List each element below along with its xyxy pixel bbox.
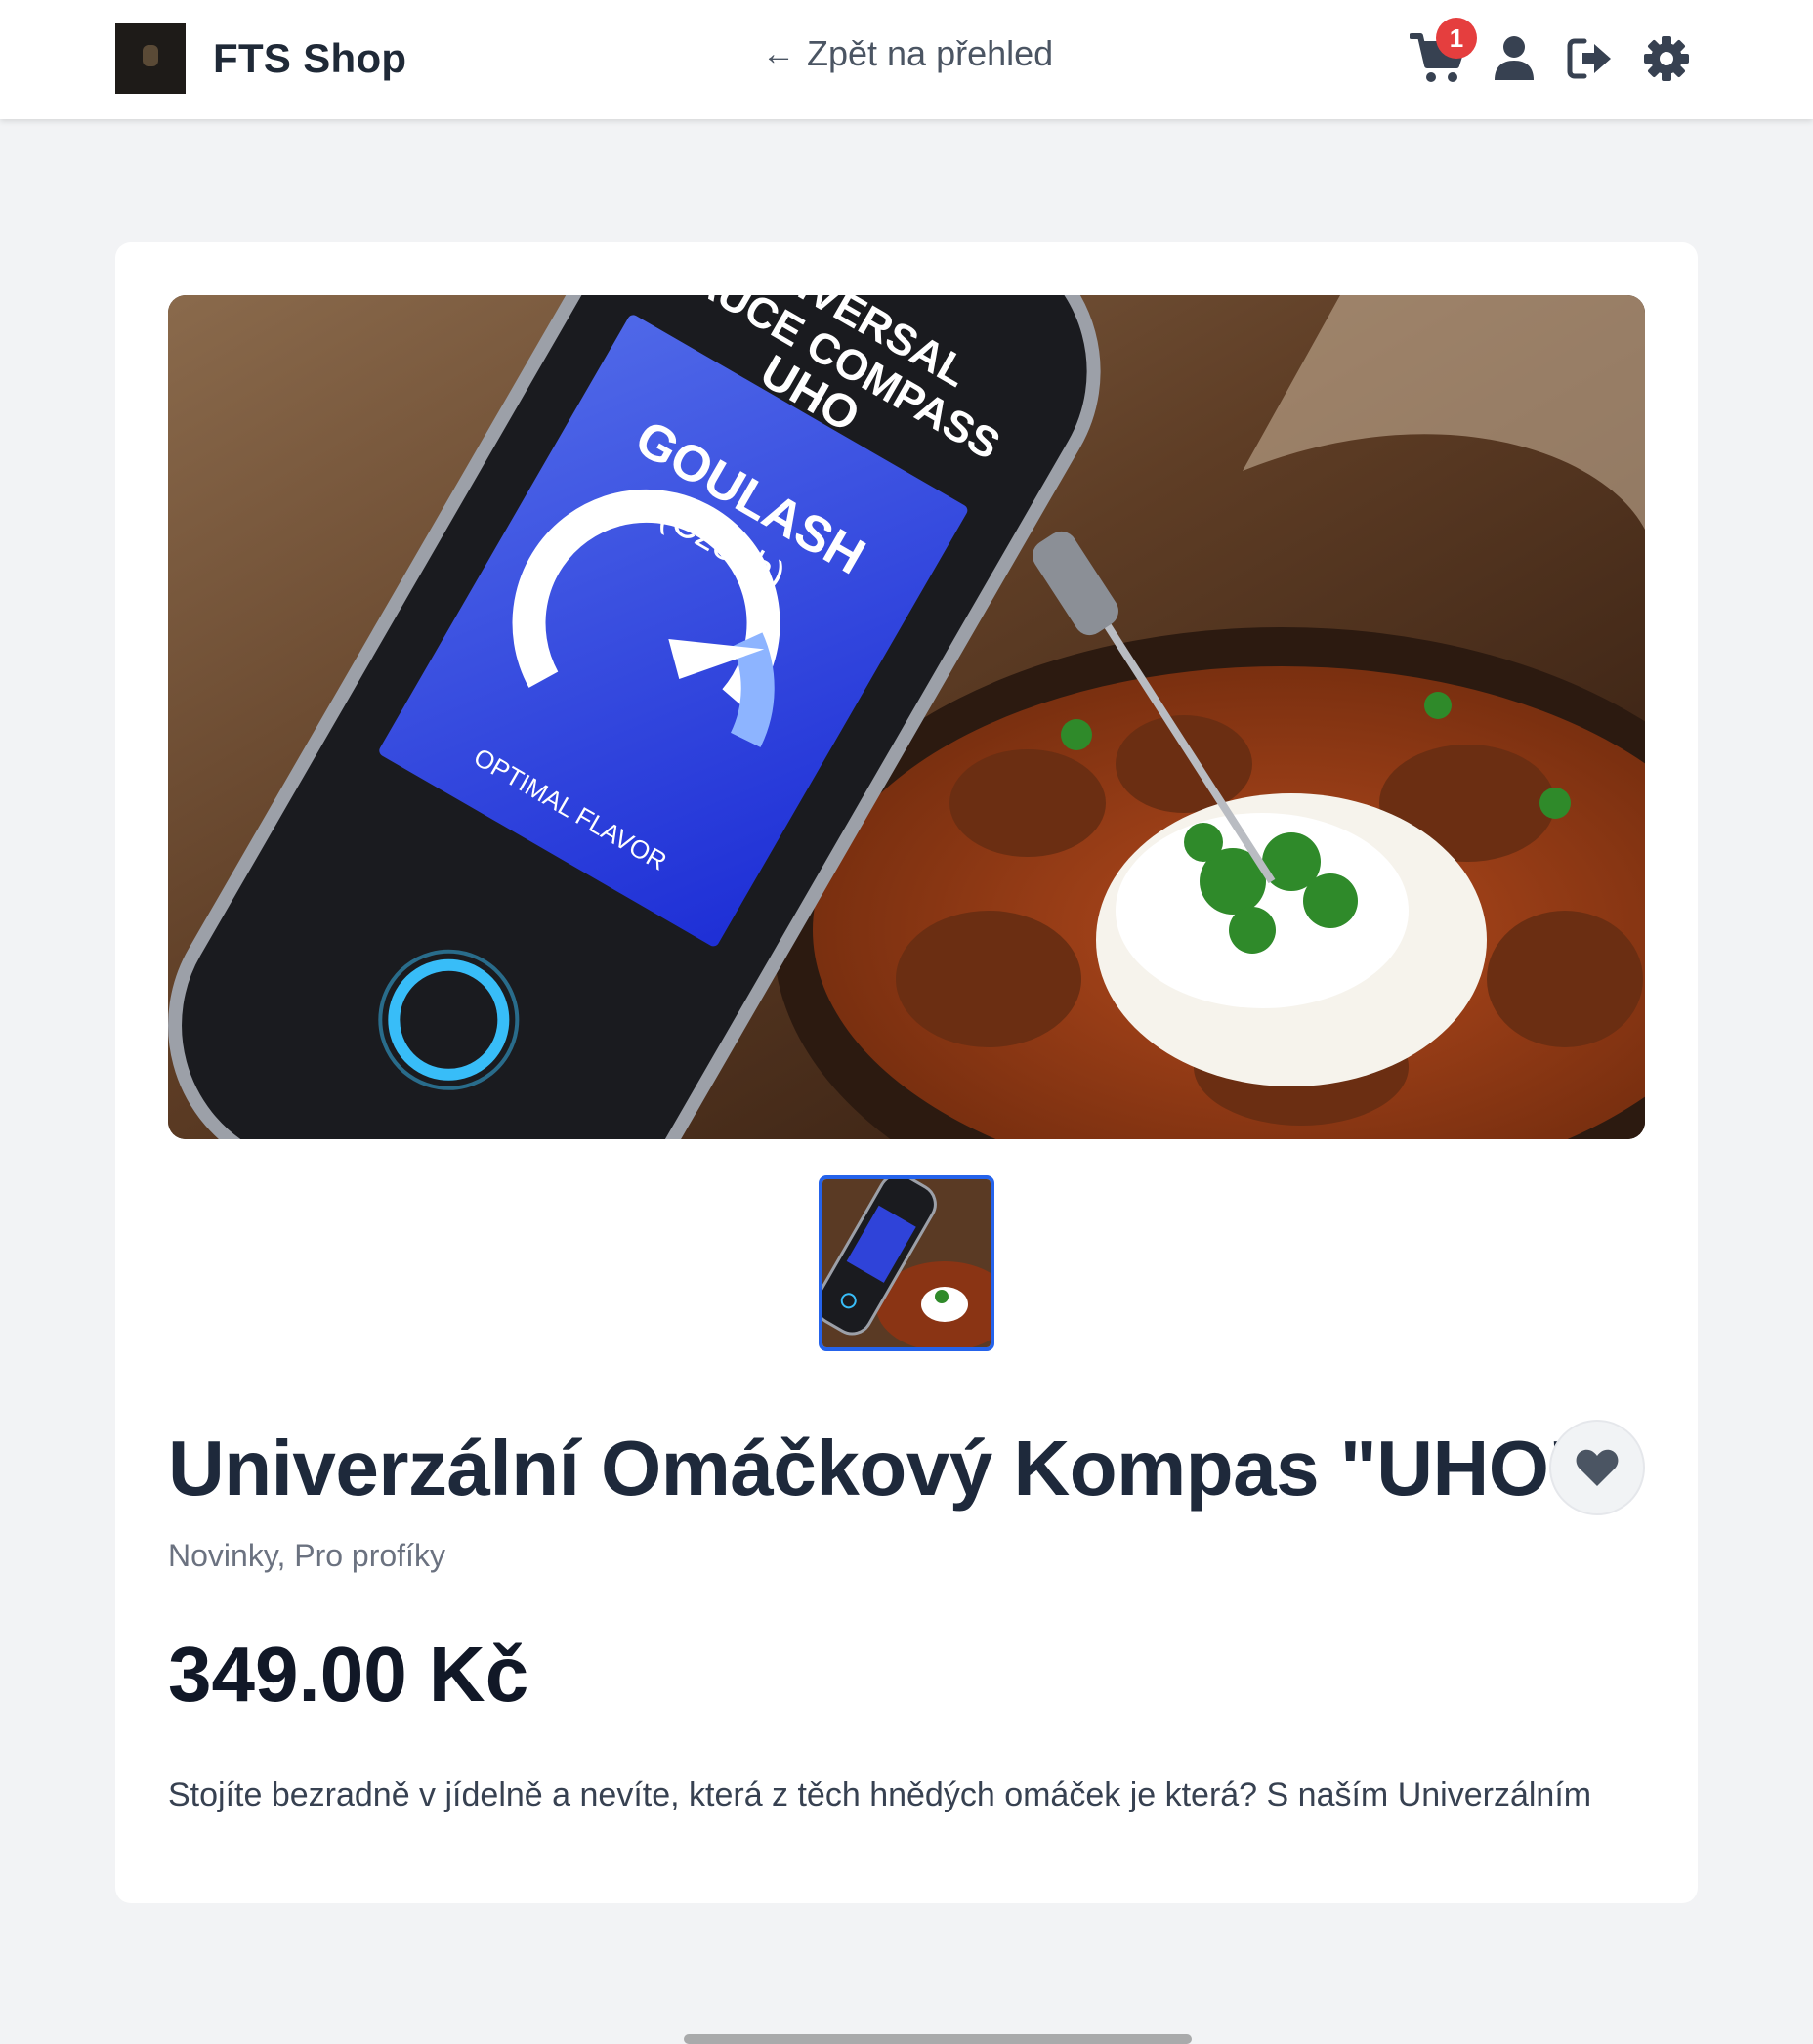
product-price: 349.00 Kč <box>168 1631 529 1718</box>
thumbnail-photo <box>822 1179 991 1347</box>
back-arrow-icon: ← <box>762 34 795 72</box>
top-navbar: FTS Shop ← Zpět na přehled 1 <box>0 0 1813 119</box>
settings-button[interactable] <box>1635 27 1698 90</box>
brand[interactable]: FTS Shop <box>115 23 406 94</box>
user-icon <box>1495 36 1534 80</box>
product-photo: UNIVERSAL SAUCE COMPASS UHO GOULASH (Cze… <box>168 295 1645 1139</box>
logout-button[interactable] <box>1559 27 1622 90</box>
product-description: Stojíte bezradně v jídelně a nevíte, kte… <box>168 1776 1592 1813</box>
heart-icon <box>1576 1449 1619 1486</box>
favorite-button[interactable] <box>1549 1420 1645 1515</box>
cart-count-badge: 1 <box>1436 18 1477 59</box>
cart-button[interactable]: 1 <box>1407 18 1477 90</box>
shop-name: FTS Shop <box>213 35 407 81</box>
header-actions: 1 <box>1407 18 1698 90</box>
product-title-row: Univerzální Omáčkový Kompas "UHO" <box>168 1420 1645 1517</box>
account-button[interactable] <box>1483 27 1545 90</box>
settings-icon <box>1644 36 1689 81</box>
product-thumbnail[interactable] <box>819 1175 994 1351</box>
horizontal-scrollbar[interactable] <box>684 2034 1192 2044</box>
product-card: UNIVERSAL SAUCE COMPASS UHO GOULASH (Cze… <box>115 242 1698 2044</box>
back-to-overview-link[interactable]: ← Zpět na přehled <box>762 33 1053 74</box>
back-link-label: Zpět na přehled <box>807 33 1054 73</box>
shop-logo <box>115 23 186 94</box>
logout-icon <box>1567 38 1611 79</box>
product-categories: Novinky, Pro profíky <box>168 1538 445 1573</box>
product-main-image[interactable]: UNIVERSAL SAUCE COMPASS UHO GOULASH (Cze… <box>168 295 1645 1139</box>
product-title: Univerzální Omáčkový Kompas "UHO" <box>168 1425 1585 1512</box>
